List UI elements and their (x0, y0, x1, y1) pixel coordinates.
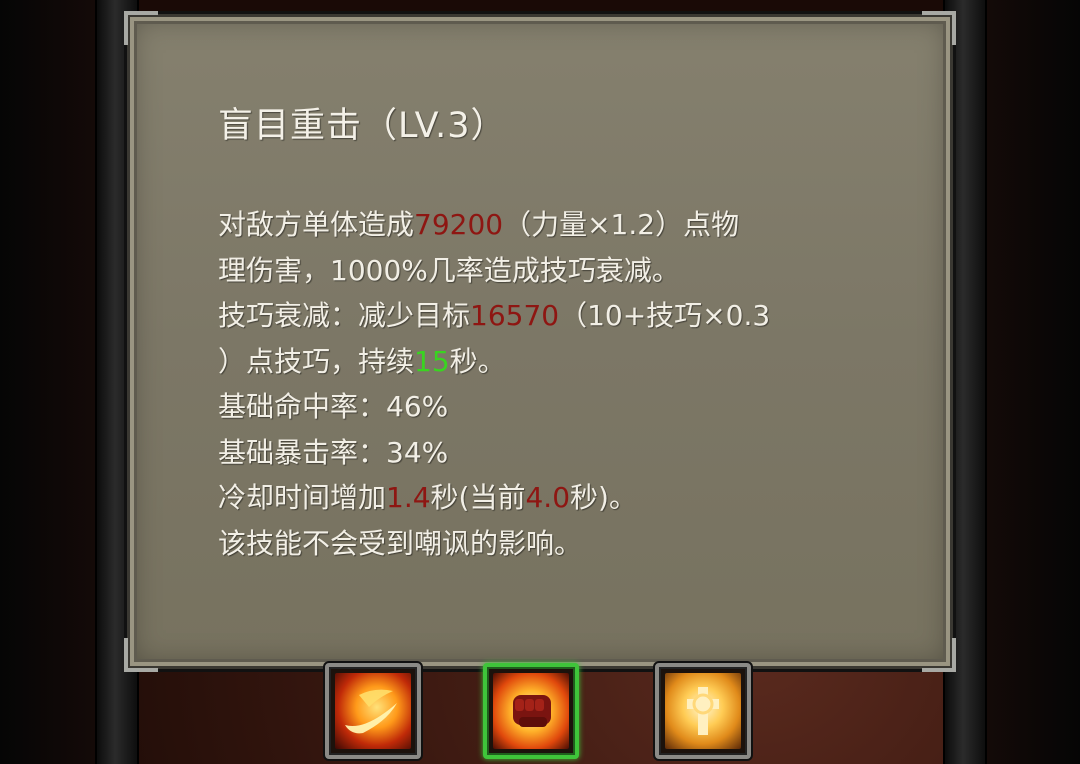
description-line: 理伤害，1000%几率造成技巧衰减。 (218, 248, 878, 294)
frame-corner (124, 638, 158, 672)
description-text: 理伤害，1000%几率造成技巧衰减。 (218, 253, 680, 287)
highlight-value: 4.0 (525, 481, 571, 514)
description-line: 基础暴击率：34% (218, 430, 878, 476)
description-text: 对敌方单体造成 (218, 208, 415, 241)
description-line: 对敌方单体造成79200（力量×1.2）点物 (218, 202, 878, 248)
highlight-value: 16570 (470, 299, 560, 332)
description-text: （力量×1.2）点物 (503, 208, 740, 241)
description-text: 该技能不会受到嘲讽的影响。 (218, 526, 583, 560)
holy-cross-icon (665, 673, 741, 749)
skill-slot-1[interactable] (325, 663, 421, 759)
skill-tooltip-panel: 盲目重击（LV.3） 对敌方单体造成79200（力量×1.2）点物理伤害，100… (124, 11, 956, 672)
description-text: ）点技巧，持续 (218, 344, 415, 378)
description-text: 技巧衰减：减少目标 (218, 299, 471, 332)
description-line: 冷却时间增加1.4秒(当前4.0秒)。 (218, 475, 878, 521)
description-text: 基础暴击率：34% (218, 435, 449, 469)
highlight-value: 15 (414, 344, 450, 378)
fist-icon (493, 673, 569, 749)
frame-corner (922, 638, 956, 672)
frame-corner (124, 11, 158, 45)
skill-title: 盲目重击（LV.3） (218, 106, 507, 146)
frame-corner (922, 11, 956, 45)
flaming-slash-icon (335, 673, 411, 749)
description-line: 该技能不会受到嘲讽的影响。 (218, 521, 878, 567)
description-text: 秒(当前 (430, 481, 526, 514)
description-text: 秒)。 (570, 481, 637, 514)
description-text: 冷却时间增加 (218, 481, 387, 514)
highlight-value: 1.4 (386, 481, 431, 514)
highlight-value: 79200 (414, 208, 504, 241)
description-text: 秒。 (449, 344, 506, 378)
description-line: 技巧衰减：减少目标16570（10+技巧×0.3 (218, 293, 878, 339)
right-shadow (985, 0, 1080, 764)
description-text: （10+技巧×0.3 (559, 299, 771, 332)
description-text: 基础命中率：46% (218, 390, 449, 423)
description-line: ）点技巧，持续15秒。 (218, 339, 878, 385)
left-shadow (0, 0, 95, 764)
skill-description: 对敌方单体造成79200（力量×1.2）点物理伤害，1000%几率造成技巧衰减。… (218, 202, 878, 566)
skill-slot-2-selected[interactable] (483, 663, 579, 759)
description-line: 基础命中率：46% (218, 384, 878, 430)
skill-slot-3[interactable] (655, 663, 751, 759)
